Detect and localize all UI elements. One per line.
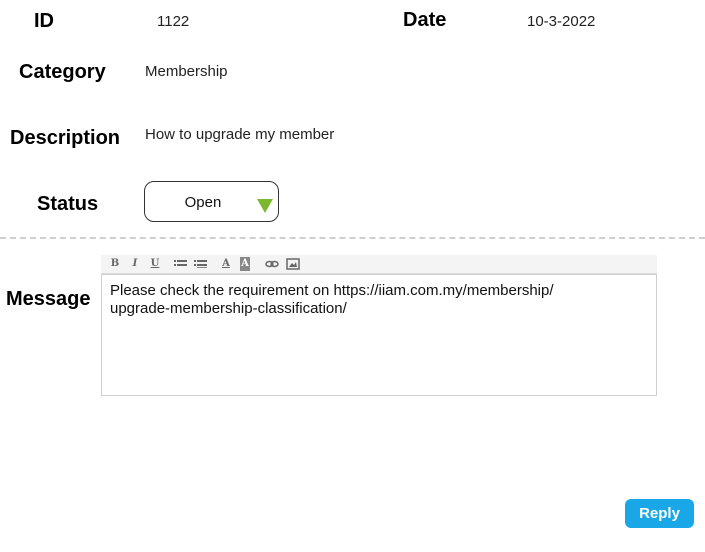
reply-button[interactable]: Reply [625, 499, 694, 528]
triangle-down-icon [257, 199, 273, 213]
editor-toolbar: B I U A A [101, 255, 657, 274]
category-label: Category [19, 61, 106, 83]
status-dropdown[interactable]: Open [144, 181, 279, 222]
underline-button[interactable]: U [150, 257, 160, 271]
status-selected-value: Open [184, 194, 222, 211]
numbered-list-icon[interactable] [194, 257, 207, 271]
highlight-button[interactable]: A [240, 257, 250, 271]
date-value: 10-3-2022 [527, 13, 596, 30]
bold-button[interactable]: B [110, 257, 120, 271]
id-value: 1122 [157, 13, 190, 30]
italic-button[interactable]: I [131, 257, 139, 271]
bulleted-list-icon[interactable] [174, 257, 187, 271]
date-label: Date [403, 9, 447, 31]
font-color-button[interactable]: A [221, 257, 231, 271]
image-icon[interactable] [286, 257, 300, 271]
message-line-1: Please check the requirement on https://… [110, 282, 554, 299]
section-divider [0, 237, 705, 239]
message-label: Message [6, 288, 91, 310]
message-editor[interactable]: Please check the requirement on https://… [101, 274, 657, 396]
message-content[interactable]: Please check the requirement on https://… [110, 282, 630, 318]
status-label: Status [37, 193, 99, 215]
message-line-2: upgrade-membership-classification/ [110, 300, 347, 317]
link-icon[interactable] [265, 257, 279, 271]
description-value: How to upgrade my member [145, 126, 335, 143]
description-label: Description [10, 127, 121, 149]
id-label: ID [34, 10, 54, 32]
category-value: Membership [145, 63, 228, 80]
